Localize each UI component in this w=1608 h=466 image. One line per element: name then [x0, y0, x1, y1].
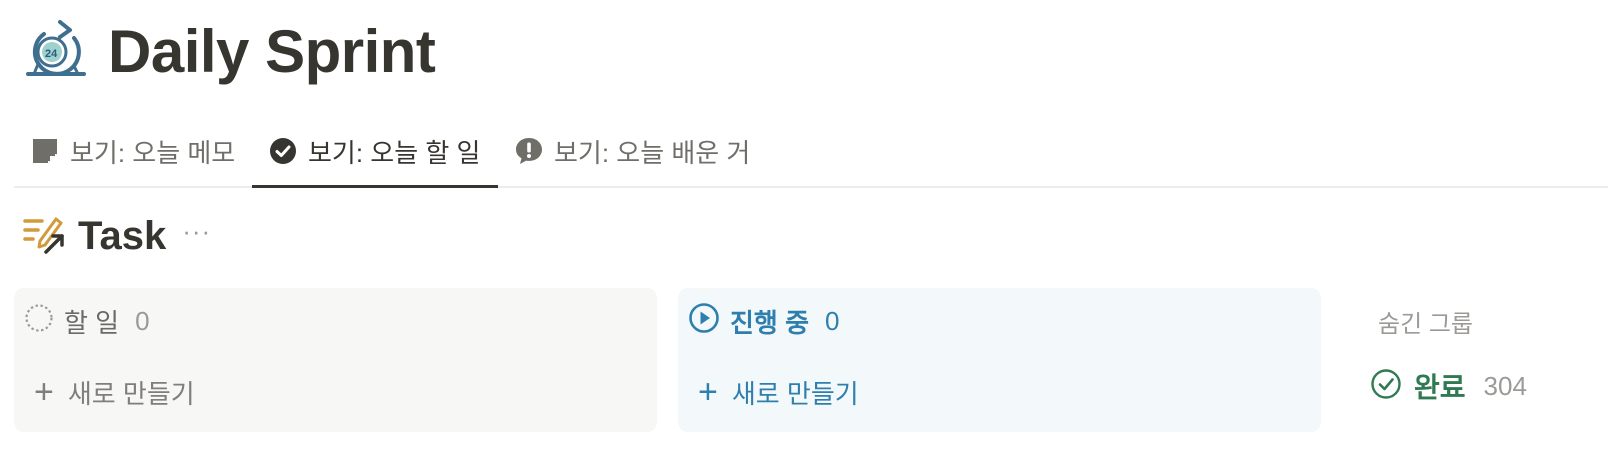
exclamation-bubble-icon [514, 136, 544, 166]
group-label: 완료 [1414, 372, 1466, 403]
database-title[interactable]: Task [78, 214, 166, 259]
column-count: 0 [824, 305, 840, 336]
column-label: 진행 중 [730, 307, 809, 338]
add-card-label: 새로 만들기 [731, 378, 859, 409]
view-tabs: 보기: 오늘 메모 보기: 오늘 할 일 보기: 오늘 배운 거 [14, 116, 1608, 188]
add-card-button[interactable]: + 새로 만들기 [698, 374, 859, 410]
play-circle-icon [688, 302, 720, 341]
page-icon[interactable]: 24 [24, 16, 88, 82]
more-options-button[interactable]: ··· [182, 218, 211, 251]
check-circle-icon [268, 136, 298, 166]
plus-icon: + [698, 373, 718, 411]
24-hour-cycle-icon: 24 [24, 20, 88, 86]
sticky-note-icon [30, 136, 60, 166]
column-count: 0 [135, 305, 150, 336]
add-card-label: 새로 만들기 [67, 378, 195, 409]
tab-label: 보기: 오늘 할 일 [308, 137, 481, 168]
database-header: Task ··· [22, 212, 211, 260]
tab-today-learned[interactable]: 보기: 오늘 배운 거 [498, 116, 768, 186]
page-title[interactable]: Daily Sprint [108, 16, 436, 88]
check-circle-outline-icon [1370, 368, 1402, 405]
dashed-circle-icon [24, 303, 54, 340]
svg-text:24: 24 [45, 48, 58, 60]
tab-label: 보기: 오늘 메모 [70, 137, 236, 168]
add-card-button[interactable]: + 새로 만들기 [34, 374, 195, 410]
hidden-groups-label: 숨긴 그룹 [1378, 311, 1473, 338]
tab-today-memo[interactable]: 보기: 오늘 메모 [14, 116, 252, 186]
column-header[interactable]: 할 일 0 [24, 303, 150, 340]
hidden-group-done[interactable]: 완료 304 [1370, 366, 1527, 406]
tab-label: 보기: 오늘 배운 거 [554, 137, 751, 168]
column-label: 할 일 [64, 307, 120, 338]
plus-icon: + [34, 373, 54, 411]
board-column-in-progress: 진행 중 0 + 새로 만들기 [678, 288, 1321, 432]
column-header[interactable]: 진행 중 0 [688, 302, 840, 341]
tab-today-todo[interactable]: 보기: 오늘 할 일 [252, 116, 498, 188]
task-list-pen-icon [22, 214, 66, 259]
group-count: 304 [1483, 370, 1527, 401]
board-column-todo: 할 일 0 + 새로 만들기 [14, 288, 657, 432]
